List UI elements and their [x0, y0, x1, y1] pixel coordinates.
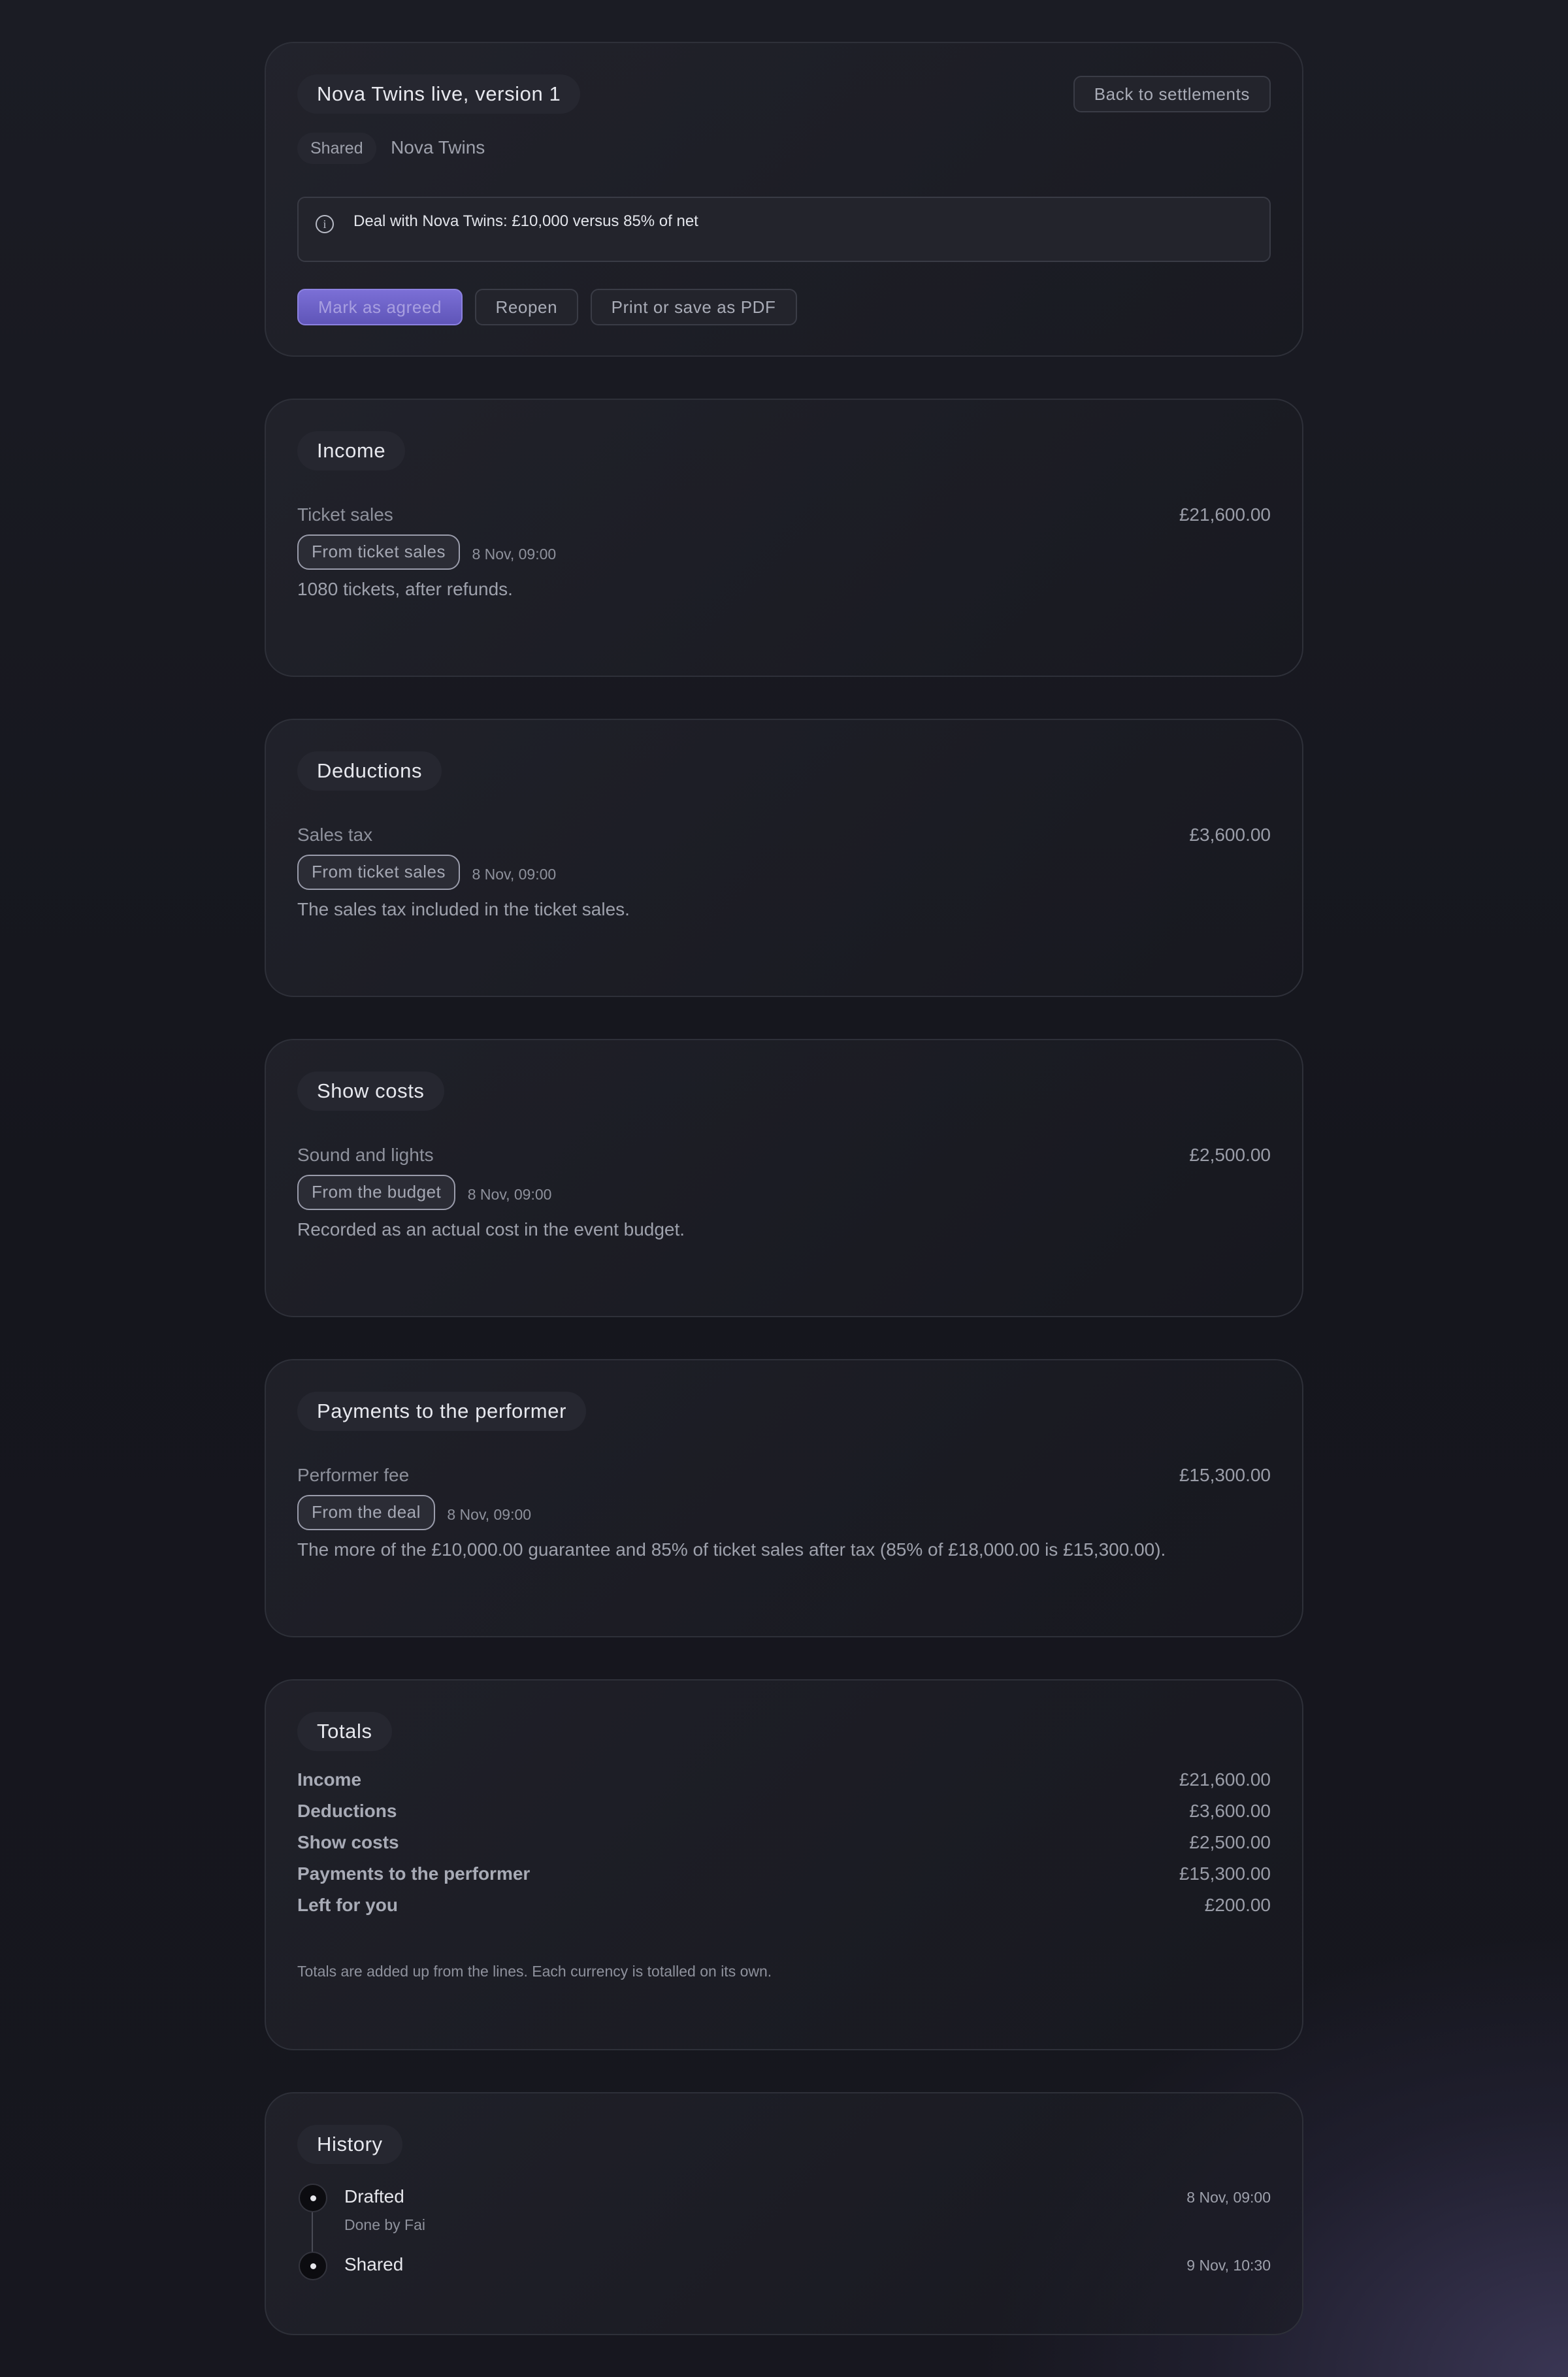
info-icon: i	[316, 215, 334, 233]
mark-as-agreed-button[interactable]: Mark as agreed	[297, 289, 463, 325]
line-amount: £3,600.00	[1189, 825, 1271, 845]
line-note: 1080 tickets, after refunds.	[297, 579, 513, 599]
income-section: Income Ticket sales £21,600.00 From tick…	[265, 399, 1303, 677]
line-note: The more of the £10,000.00 guarantee and…	[297, 1539, 1166, 1560]
back-to-settlements-button[interactable]: Back to settlements	[1073, 76, 1271, 112]
show-costs-section: Show costs Sound and lights £2,500.00 Fr…	[265, 1039, 1303, 1317]
history-event: Drafted 8 Nov, 09:00 Done by Fai	[297, 2184, 1271, 2242]
print-pdf-button[interactable]: Print or save as PDF	[590, 289, 797, 325]
section-title: Totals	[297, 1712, 392, 1751]
timeline-dot-icon	[299, 2252, 327, 2280]
line-note: The sales tax included in the ticket sal…	[297, 899, 630, 919]
section-title: Show costs	[297, 1072, 444, 1111]
line-note: Recorded as an actual cost in the event …	[297, 1219, 685, 1239]
totals-label: Payments to the performer	[297, 1863, 531, 1884]
performer-name: Nova Twins	[391, 137, 485, 157]
page-title: Nova Twins live, version 1	[297, 74, 581, 114]
deal-info-box: i Deal with Nova Twins: £10,000 versus 8…	[297, 197, 1271, 262]
totals-row: Payments to the performer £15,300.00	[297, 1863, 1271, 1895]
totals-table: Income £21,600.00 Deductions £3,600.00 S…	[297, 1769, 1271, 1926]
line-item: Performer fee £15,300.00 From the deal 8…	[297, 1465, 1271, 1560]
event-time: 9 Nov, 10:30	[1186, 2257, 1271, 2274]
line-label: Sales tax	[297, 825, 373, 845]
line-amount: £2,500.00	[1189, 1145, 1271, 1165]
line-label: Sound and lights	[297, 1145, 434, 1165]
history-event: Shared 9 Nov, 10:30	[297, 2252, 1271, 2291]
totals-value: £15,300.00	[1179, 1863, 1271, 1884]
totals-section: Totals Income £21,600.00 Deductions £3,6…	[265, 1679, 1303, 2050]
line-timestamp: 8 Nov, 09:00	[447, 1506, 532, 1524]
deductions-section: Deductions Sales tax £3,600.00 From tick…	[265, 719, 1303, 997]
line-amount: £15,300.00	[1179, 1465, 1271, 1485]
line-timestamp: 8 Nov, 09:00	[472, 866, 557, 883]
totals-value: £3,600.00	[1189, 1801, 1271, 1821]
totals-row: Deductions £3,600.00	[297, 1801, 1271, 1832]
event-label: Shared	[344, 2254, 404, 2274]
event-time: 8 Nov, 09:00	[1186, 2189, 1271, 2206]
section-title: Income	[297, 431, 406, 470]
settlement-header-card: Nova Twins live, version 1 Back to settl…	[265, 42, 1303, 357]
event-label: Drafted	[344, 2186, 404, 2206]
line-amount: £21,600.00	[1179, 504, 1271, 525]
totals-row: Income £21,600.00	[297, 1769, 1271, 1801]
line-timestamp: 8 Nov, 09:00	[472, 546, 557, 563]
source-pill[interactable]: From the budget	[297, 1175, 456, 1210]
source-pill[interactable]: From ticket sales	[297, 534, 460, 570]
deal-text: Deal with Nova Twins: £10,000 versus 85%…	[353, 212, 698, 230]
section-title: Payments to the performer	[297, 1392, 586, 1431]
totals-label: Deductions	[297, 1801, 397, 1821]
totals-value: £2,500.00	[1189, 1832, 1271, 1852]
status-badge: Shared	[297, 133, 376, 164]
history-section: History Drafted 8 Nov, 09:00 Done by Fai…	[265, 2092, 1303, 2335]
source-pill[interactable]: From ticket sales	[297, 855, 460, 890]
line-label: Performer fee	[297, 1465, 410, 1485]
totals-footnote: Totals are added up from the lines. Each…	[297, 1963, 772, 1980]
totals-label: Income	[297, 1769, 362, 1790]
section-title: History	[297, 2125, 402, 2164]
totals-label: Show costs	[297, 1832, 399, 1852]
totals-label: Left for you	[297, 1895, 398, 1915]
line-item: Sales tax £3,600.00 From ticket sales 8 …	[297, 825, 1271, 920]
reopen-button[interactable]: Reopen	[474, 289, 579, 325]
performer-payments-section: Payments to the performer Performer fee …	[265, 1359, 1303, 1637]
totals-row: Show costs £2,500.00	[297, 1832, 1271, 1863]
history-timeline: Drafted 8 Nov, 09:00 Done by Fai Shared …	[297, 2184, 1271, 2295]
totals-value: £200.00	[1204, 1895, 1271, 1915]
line-label: Ticket sales	[297, 504, 393, 525]
line-item: Ticket sales £21,600.00 From ticket sale…	[297, 504, 1271, 600]
section-title: Deductions	[297, 751, 442, 791]
source-pill[interactable]: From the deal	[297, 1495, 435, 1530]
line-item: Sound and lights £2,500.00 From the budg…	[297, 1145, 1271, 1240]
line-timestamp: 8 Nov, 09:00	[467, 1186, 552, 1204]
timeline-dot-icon	[299, 2184, 327, 2212]
event-actor: Done by Fai	[344, 2216, 426, 2233]
totals-row: Left for you £200.00	[297, 1895, 1271, 1926]
totals-value: £21,600.00	[1179, 1769, 1271, 1790]
